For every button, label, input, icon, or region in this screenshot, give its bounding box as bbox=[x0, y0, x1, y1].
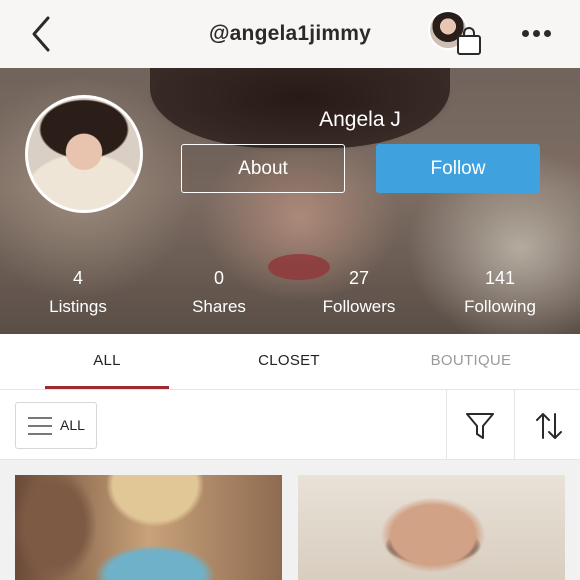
stat-value: 4 bbox=[72, 268, 83, 288]
shopping-bag-icon[interactable] bbox=[455, 26, 483, 56]
stat-value: 141 bbox=[484, 268, 516, 288]
tab-closet[interactable]: CLOSET bbox=[214, 352, 364, 369]
stat-value: 0 bbox=[213, 268, 224, 288]
about-button[interactable]: About bbox=[181, 144, 345, 193]
divider bbox=[446, 390, 447, 460]
top-bar: @angela1jimmy bbox=[0, 0, 580, 68]
stat-shares[interactable]: 0 Shares bbox=[164, 268, 274, 317]
listing-card[interactable] bbox=[298, 475, 565, 580]
stat-followers[interactable]: 27 Followers bbox=[304, 268, 414, 317]
category-filter-label: ALL bbox=[60, 417, 85, 433]
stat-value: 27 bbox=[348, 268, 370, 288]
closet-tabs: ALL CLOSET BOUTIQUE bbox=[0, 334, 580, 390]
more-icon[interactable] bbox=[516, 22, 556, 46]
tab-all[interactable]: ALL bbox=[32, 352, 182, 369]
profile-username: @angela1jimmy bbox=[209, 22, 371, 45]
stat-label: Shares bbox=[192, 297, 246, 316]
category-filter-button[interactable]: ALL bbox=[15, 402, 97, 449]
filter-bar: ALL bbox=[0, 390, 580, 460]
stat-label: Following bbox=[464, 297, 536, 316]
stat-following[interactable]: 141 Following bbox=[445, 268, 555, 317]
hamburger-icon bbox=[28, 417, 52, 435]
filter-icon[interactable] bbox=[465, 411, 495, 441]
stat-label: Listings bbox=[49, 297, 107, 316]
follow-button[interactable]: Follow bbox=[376, 144, 540, 193]
stat-listings[interactable]: 4 Listings bbox=[23, 268, 133, 317]
stat-label: Followers bbox=[322, 297, 396, 316]
listing-card[interactable] bbox=[15, 475, 282, 580]
profile-avatar[interactable] bbox=[25, 95, 143, 213]
tab-boutique[interactable]: BOUTIQUE bbox=[396, 352, 546, 369]
sort-icon[interactable] bbox=[533, 410, 565, 442]
display-name: Angela J bbox=[319, 108, 401, 131]
divider bbox=[514, 390, 515, 460]
active-tab-indicator bbox=[45, 386, 169, 389]
